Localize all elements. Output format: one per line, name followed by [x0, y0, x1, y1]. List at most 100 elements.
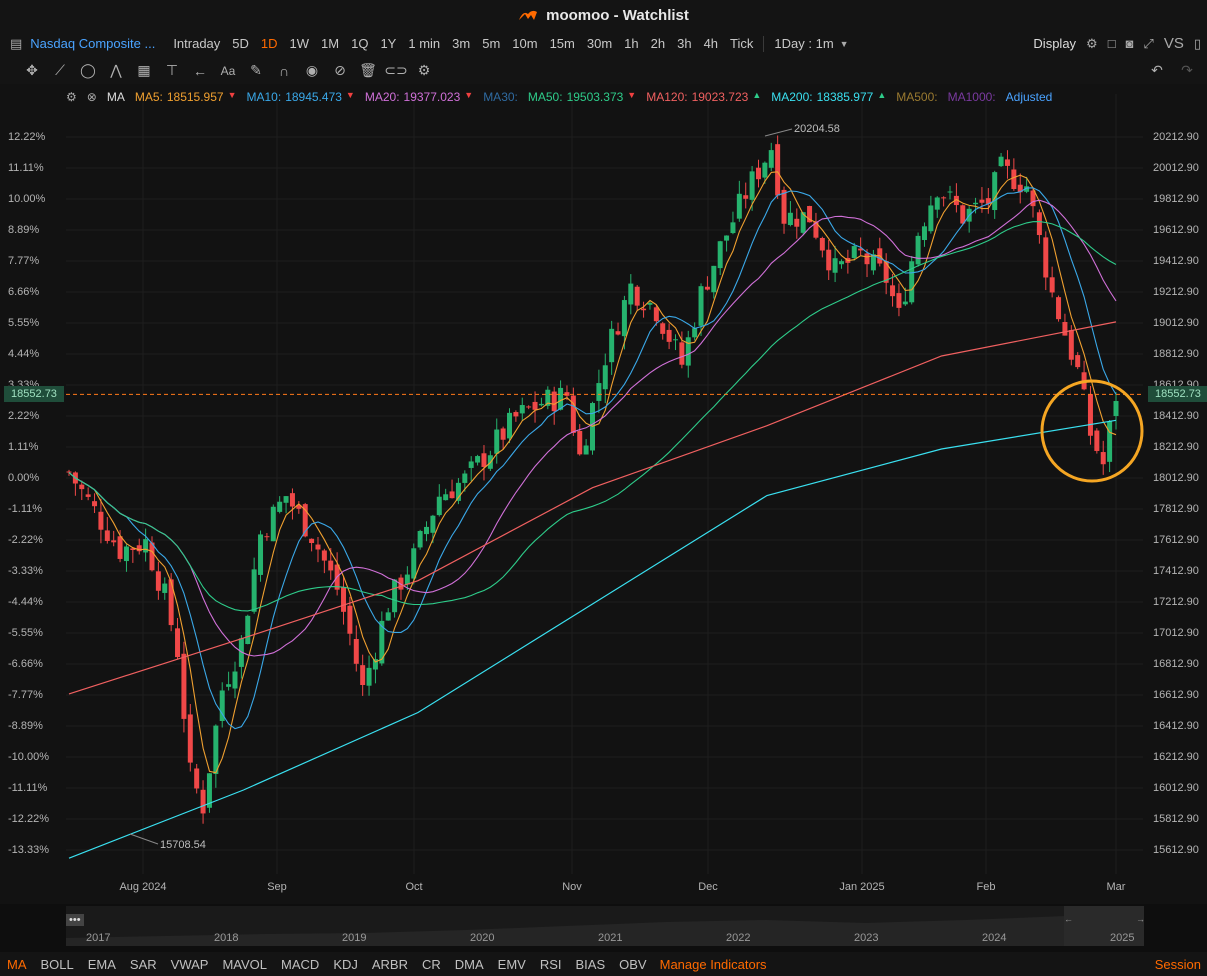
ma-item-ma500[interactable]: MA500:	[896, 90, 937, 104]
nav-handle-right-icon[interactable]: →	[1136, 914, 1145, 924]
indicator-vwap[interactable]: VWAP	[164, 957, 216, 972]
candle-body	[558, 387, 564, 410]
indicator-rsi[interactable]: RSI	[533, 957, 569, 972]
indicator-bias[interactable]: BIAS	[569, 957, 613, 972]
eye-icon[interactable]: ◉	[298, 62, 326, 79]
ma-item-ma20[interactable]: MA20: 19377.023 ▼	[365, 90, 473, 104]
nav-handle-left-icon[interactable]: ←	[1064, 914, 1073, 924]
right-axis-label: 17012.90	[1153, 627, 1199, 639]
indicator-dma[interactable]: DMA	[448, 957, 491, 972]
settings-icon[interactable]: ⚙	[1086, 36, 1098, 52]
ma-item-ma10[interactable]: MA10: 18945.473 ▼	[247, 90, 355, 104]
indicator-sar[interactable]: SAR	[123, 957, 164, 972]
interval-2h[interactable]: 2h	[645, 36, 671, 51]
camera-icon[interactable]: ◙	[1126, 36, 1134, 51]
ma5-line	[68, 171, 1117, 774]
ma-item-ma120[interactable]: MA120: 19023.723 ▲	[646, 90, 761, 104]
interval-5m[interactable]: 5m	[476, 36, 506, 51]
interval-30m[interactable]: 30m	[581, 36, 618, 51]
indicator-ema[interactable]: EMA	[81, 957, 123, 972]
candle-body	[762, 162, 768, 178]
panel-toggle-icon[interactable]: ▯	[1194, 36, 1201, 52]
ma-item-ma30[interactable]: MA30:	[483, 90, 518, 104]
indicator-boll[interactable]: BOLL	[34, 957, 81, 972]
interval-1m[interactable]: 1M	[315, 36, 345, 51]
navigator-menu-icon[interactable]: •••	[66, 914, 84, 926]
redo-icon[interactable]: ↷	[1173, 62, 1201, 79]
zigzag-icon[interactable]: ⋀	[102, 62, 130, 79]
interval-10m[interactable]: 10m	[506, 36, 543, 51]
ma-value: 19377.023	[403, 90, 461, 104]
legend-settings-icon[interactable]: ⚙	[66, 90, 77, 104]
time-navigator[interactable]: ••• ← → 2017 2018 2019 2020 2021 2022 2023 2024…	[66, 906, 1145, 946]
interval-4h[interactable]: 4h	[698, 36, 724, 51]
ma-item-ma200[interactable]: MA200: 18385.977 ▲	[771, 90, 886, 104]
interval-1w[interactable]: 1W	[284, 36, 316, 51]
color-square-icon[interactable]: □	[1108, 36, 1116, 51]
ma-item-ma1000[interactable]: MA1000:	[948, 90, 996, 104]
legend-close-icon[interactable]: ⊗	[87, 90, 97, 104]
fullscreen-icon[interactable]: ⤢	[1143, 36, 1153, 52]
indicator-mavol[interactable]: MAVOL	[215, 957, 274, 972]
nav-year-label: 2018	[214, 932, 239, 944]
manage-indicators-button[interactable]: Manage Indicators	[660, 957, 767, 972]
interval-3h[interactable]: 3h	[671, 36, 697, 51]
candle-body	[711, 265, 717, 293]
indicator-kdj[interactable]: KDJ	[326, 957, 365, 972]
indicator-list: MA BOLL EMA SAR VWAP MAVOL MACD KDJ ARBR CR DMA EMV…	[0, 957, 654, 972]
right-axis-label: 18812.90	[1153, 348, 1199, 360]
price-chart[interactable]: Aug 2024 Sep Oct Nov Dec Jan 2025 Feb Mar 20204.…	[0, 84, 1207, 904]
interval-1y[interactable]: 1Y	[374, 36, 402, 51]
indicator-emv[interactable]: EMV	[491, 957, 533, 972]
indicator-cr[interactable]: CR	[415, 957, 448, 972]
right-axis-label: 16612.90	[1153, 689, 1199, 701]
interval-3m[interactable]: 3m	[446, 36, 476, 51]
ma-item-ma50[interactable]: MA50: 19503.373 ▼	[528, 90, 636, 104]
arrow-tool-icon[interactable]: ←	[186, 63, 214, 79]
candle-body	[481, 453, 487, 467]
left-axis-label: 5.55%	[8, 317, 40, 329]
fib-icon[interactable]: ⊤	[158, 62, 186, 79]
indicator-obv[interactable]: OBV	[612, 957, 653, 972]
interval-1min[interactable]: 1 min	[402, 36, 446, 51]
symbol-selector[interactable]: Nasdaq Composite ...	[30, 36, 155, 51]
session-button[interactable]: Session	[1155, 957, 1201, 972]
ma-name: MA5:	[134, 90, 163, 104]
indicator-ma[interactable]: MA	[0, 957, 34, 972]
interval-intraday[interactable]: Intraday	[167, 36, 226, 51]
text-tool-icon[interactable]: Aa	[214, 64, 242, 78]
compare-vs-button[interactable]: VS	[1164, 35, 1184, 52]
interval-1q[interactable]: 1Q	[345, 36, 374, 51]
undo-icon[interactable]: ↶	[1143, 62, 1171, 79]
candle-body	[168, 579, 174, 626]
interval-5d[interactable]: 5D	[226, 36, 255, 51]
interval-1h[interactable]: 1h	[618, 36, 644, 51]
ma-item-ma5[interactable]: MA5: 18515.957 ▼	[135, 90, 237, 104]
shape-icon[interactable]: ◯	[74, 62, 102, 79]
interval-15m[interactable]: 15m	[544, 36, 581, 51]
display-menu[interactable]: Display	[1033, 36, 1076, 51]
interval-tick[interactable]: Tick	[724, 36, 759, 51]
layout-icon[interactable]: ▤	[10, 36, 22, 52]
moomoo-logo-icon	[519, 10, 538, 20]
magnet-icon[interactable]: ∩	[270, 63, 298, 79]
pen-icon[interactable]: ✎	[242, 62, 270, 79]
chart-area[interactable]: Aug 2024 Sep Oct Nov Dec Jan 2025 Feb Mar 20204.…	[0, 84, 1207, 904]
adjusted-label[interactable]: Adjusted	[1006, 90, 1053, 104]
interval-1d[interactable]: 1D	[255, 36, 284, 51]
trendline-icon[interactable]: ⟋	[46, 62, 74, 79]
current-price-badge-left: 18552.73	[4, 386, 64, 403]
candle-body	[653, 307, 659, 322]
ma-name: MA200:	[771, 90, 813, 104]
indicator-arbr[interactable]: ARBR	[365, 957, 415, 972]
ma-value: 19503.373	[566, 90, 624, 104]
trash-icon[interactable]: 🗑	[354, 62, 382, 79]
multi-interval-select[interactable]: 1Day : 1m	[768, 36, 839, 51]
measure-icon[interactable]: ▦	[130, 62, 158, 79]
hide-drawings-icon[interactable]: ⊘	[326, 62, 354, 79]
link-icon[interactable]: ⊂⊃	[382, 62, 410, 79]
right-axis-label: 20012.90	[1153, 162, 1199, 174]
crosshair-icon[interactable]: ✥	[18, 62, 46, 79]
gear-icon[interactable]: ⚙	[410, 62, 438, 79]
indicator-macd[interactable]: MACD	[274, 957, 326, 972]
